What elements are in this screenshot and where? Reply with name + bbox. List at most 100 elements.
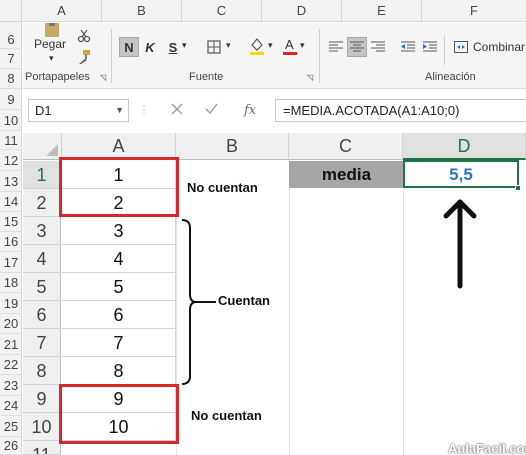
outer-row[interactable]: 15 — [0, 212, 22, 232]
cancel-icon[interactable] — [171, 99, 183, 122]
watermark-logo: AulaFacil.com — [448, 441, 526, 455]
paste-dropdown-icon[interactable]: ▾ — [49, 53, 54, 64]
formula-grip-icon[interactable]: ⋮ — [139, 99, 149, 122]
paste-button[interactable]: Pegar — [34, 37, 66, 51]
cell-a8[interactable]: 8 — [62, 357, 176, 385]
outer-row[interactable]: 12 — [0, 150, 22, 171]
row-header-4[interactable]: 4 — [23, 245, 61, 273]
outer-select-all[interactable] — [0, 0, 22, 22]
underline-dropdown-icon[interactable]: ▾ — [182, 40, 187, 51]
fill-color-icon[interactable] — [247, 36, 267, 56]
clipboard-group-label: Portapapeles — [25, 71, 90, 83]
outer-row[interactable]: 23 — [0, 375, 22, 396]
row-header-7[interactable]: 7 — [23, 329, 61, 357]
borders-dropdown-icon[interactable]: ▾ — [226, 40, 231, 51]
gridline — [403, 160, 404, 455]
outer-column-c[interactable]: C — [182, 0, 262, 22]
cut-icon[interactable] — [74, 26, 94, 46]
row-header-8[interactable]: 8 — [23, 357, 61, 385]
outer-column-f[interactable]: F — [422, 0, 526, 22]
decrease-indent-icon[interactable] — [398, 37, 418, 57]
outer-row[interactable]: 10 — [0, 110, 22, 131]
outer-row[interactable]: 6 — [0, 30, 22, 49]
included-bracket — [181, 219, 216, 385]
align-right-icon[interactable] — [368, 37, 388, 57]
formula-bar: D1 ▼ ⋮ fx =MEDIA.ACOTADA(A1:A10;0) — [23, 95, 526, 125]
name-box-dropdown-icon[interactable]: ▼ — [115, 100, 124, 121]
excluded-bottom-highlight — [59, 384, 179, 444]
outer-row[interactable]: 14 — [0, 192, 22, 212]
row-header-10[interactable]: 10 — [23, 413, 61, 441]
outer-row[interactable]: 16 — [0, 232, 22, 252]
row-header-1[interactable]: 1 — [23, 161, 61, 189]
align-center-icon[interactable] — [347, 37, 367, 57]
cell-a6[interactable]: 6 — [62, 301, 176, 329]
name-box[interactable]: D1 ▼ — [28, 99, 129, 122]
merge-center-icon[interactable] — [451, 37, 471, 57]
clipboard-launcher-icon[interactable]: ◹ — [100, 73, 106, 82]
row-header-11[interactable]: 11 — [23, 441, 61, 455]
row-header-2[interactable]: 2 — [23, 189, 61, 217]
outer-row[interactable]: 7 — [0, 49, 22, 69]
outer-row[interactable]: 17 — [0, 252, 22, 273]
ribbon-separator — [111, 29, 112, 83]
outer-column-a[interactable]: A — [22, 0, 102, 22]
cell-c1-media-label[interactable]: media — [289, 161, 404, 188]
outer-row[interactable]: 18 — [0, 273, 22, 293]
column-header-d[interactable]: D — [403, 133, 526, 160]
fill-color-dropdown-icon[interactable]: ▾ — [268, 40, 273, 51]
paste-icon[interactable] — [37, 23, 67, 37]
select-all-corner[interactable] — [23, 133, 62, 160]
gridline — [289, 160, 290, 455]
outer-row-header: 6 7 8 9 10 11 12 13 14 15 16 17 18 19 20… — [0, 22, 22, 455]
enter-icon[interactable] — [205, 99, 218, 122]
ribbon-separator — [444, 35, 445, 65]
outer-row[interactable]: 20 — [0, 314, 22, 334]
underline-button[interactable]: S — [163, 37, 183, 57]
align-left-icon[interactable] — [326, 37, 346, 57]
column-header-c[interactable]: C — [289, 133, 403, 160]
cell-d1-result[interactable]: 5,5 — [403, 160, 519, 188]
outer-row[interactable]: 24 — [0, 396, 22, 416]
name-box-value: D1 — [35, 103, 52, 118]
up-arrow-icon — [443, 199, 477, 289]
outer-column-d[interactable]: D — [262, 0, 342, 22]
column-header-a[interactable]: A — [62, 133, 176, 160]
cell-a5[interactable]: 5 — [62, 273, 176, 301]
font-launcher-icon[interactable]: ◹ — [307, 73, 313, 82]
formula-input[interactable]: =MEDIA.ACOTADA(A1:A10;0) — [275, 99, 526, 122]
outer-row[interactable]: 25 — [0, 416, 22, 437]
outer-row[interactable]: 21 — [0, 334, 22, 355]
row-header-5[interactable]: 5 — [23, 273, 61, 301]
included-note: Cuentan — [218, 293, 270, 308]
cell-a7[interactable]: 7 — [62, 329, 176, 357]
outer-row[interactable]: 11 — [0, 131, 22, 150]
bold-button[interactable]: N — [119, 37, 139, 57]
insert-function-button[interactable]: fx — [244, 99, 256, 122]
cell-a3[interactable]: 3 — [62, 217, 176, 245]
fill-handle[interactable] — [515, 185, 521, 191]
outer-row[interactable]: 13 — [0, 171, 22, 192]
font-color-icon[interactable]: A — [280, 36, 300, 56]
format-painter-icon[interactable] — [74, 47, 94, 67]
row-header-6[interactable]: 6 — [23, 301, 61, 329]
outer-row[interactable]: 8 — [0, 69, 22, 89]
cell-a4[interactable]: 4 — [62, 245, 176, 273]
outer-row[interactable]: 26 — [0, 437, 22, 455]
outer-row[interactable]: 22 — [0, 355, 22, 375]
font-color-dropdown-icon[interactable]: ▾ — [300, 40, 305, 51]
outer-row[interactable]: 19 — [0, 293, 22, 314]
row-header-9[interactable]: 9 — [23, 385, 61, 413]
ribbon-separator — [319, 29, 320, 83]
column-header-b[interactable]: B — [176, 133, 289, 160]
row-header-3[interactable]: 3 — [23, 217, 61, 245]
outer-column-e[interactable]: E — [342, 0, 422, 22]
merge-button-label[interactable]: Combinar — [473, 40, 525, 54]
outer-row[interactable]: 9 — [0, 89, 22, 110]
increase-indent-icon[interactable] — [420, 37, 440, 57]
ribbon: Pegar ▾ Portapapeles ◹ N K S ▾ ▾ ▾ A ▾ F… — [23, 23, 526, 89]
italic-button[interactable]: K — [140, 37, 160, 57]
outer-column-b[interactable]: B — [102, 0, 182, 22]
excluded-top-note: No cuentan — [187, 180, 258, 195]
borders-icon[interactable] — [204, 37, 224, 57]
